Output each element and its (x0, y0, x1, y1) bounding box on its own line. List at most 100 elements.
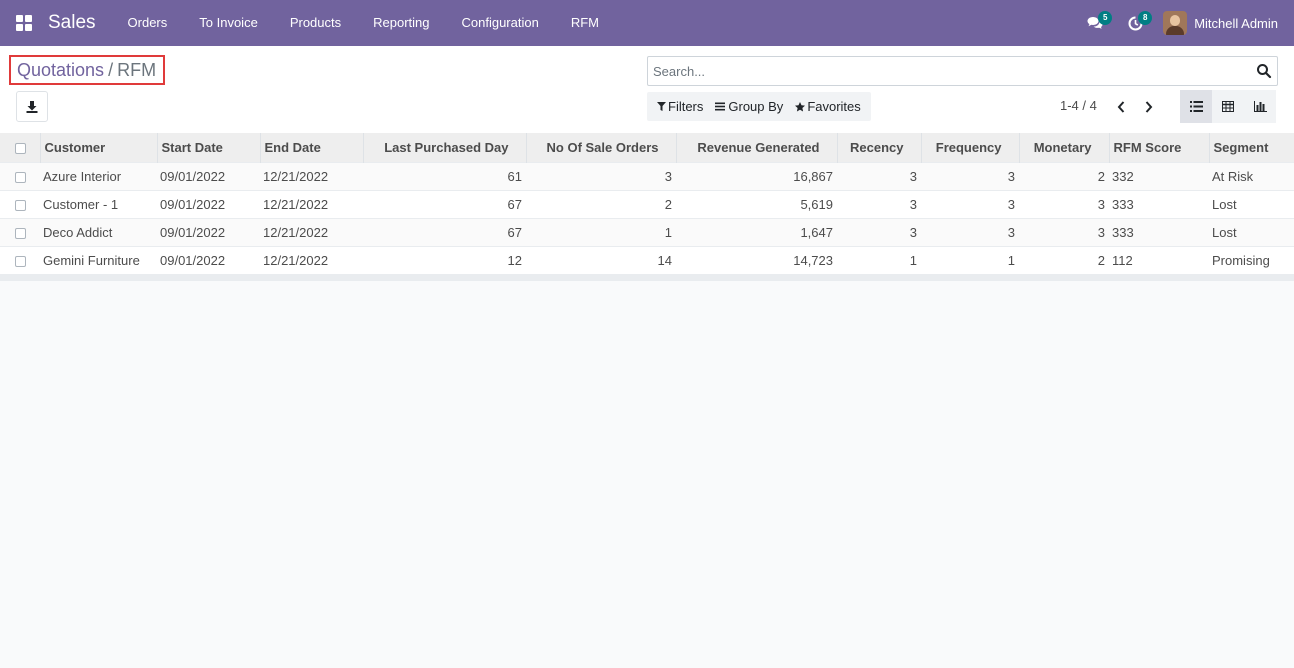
avatar (1163, 11, 1188, 35)
start-date-cell: 09/01/2022 (157, 217, 260, 246)
table-row[interactable]: Customer - 1 09/01/2022 12/21/2022 67 2 … (0, 189, 1294, 218)
menu-to-invoice[interactable]: To Invoice (183, 0, 274, 46)
pager-previous-button[interactable] (1108, 92, 1134, 121)
column-header-rfm-score[interactable]: RFM Score (1108, 133, 1209, 162)
column-header-no-of-sale-orders[interactable]: No Of Sale Orders (525, 133, 676, 162)
filters-label: Filters (668, 99, 704, 114)
customer-cell: Gemini Furniture (40, 245, 157, 274)
customer-cell: Deco Addict (40, 217, 157, 246)
breadcrumb: Quotations / RFM (9, 55, 166, 85)
start-date-cell: 09/01/2022 (157, 189, 260, 218)
chevron-right-icon (1145, 100, 1153, 113)
revenue-cell: 5,619 (676, 189, 837, 218)
pivot-view-button[interactable] (1212, 90, 1244, 123)
start-date-cell: 09/01/2022 (157, 245, 260, 274)
row-select-cell (0, 189, 40, 218)
row-checkbox[interactable] (15, 199, 26, 211)
monetary-cell: 3 (1019, 189, 1109, 218)
view-switcher (1180, 90, 1276, 123)
filter-icon (657, 102, 666, 111)
table-row[interactable]: Azure Interior 09/01/2022 12/21/2022 61 … (0, 161, 1294, 190)
top-navbar: Sales Orders To Invoice Products Reporti… (0, 0, 1294, 46)
menu-reporting[interactable]: Reporting (357, 0, 445, 46)
sale-orders-cell: 3 (526, 161, 676, 190)
search-input[interactable] (648, 57, 1248, 85)
column-header-end-date[interactable]: End Date (259, 133, 363, 162)
table-row[interactable]: Gemini Furniture 09/01/2022 12/21/2022 1… (0, 245, 1294, 274)
end-date-cell: 12/21/2022 (260, 189, 363, 218)
rfm-score-cell: 112 (1109, 245, 1209, 274)
chevron-left-icon (1117, 100, 1125, 113)
segment-cell: At Risk (1209, 161, 1294, 190)
last-purchased-day-cell: 61 (363, 161, 526, 190)
row-select-cell (0, 217, 40, 246)
row-checkbox[interactable] (15, 255, 26, 267)
start-date-cell: 09/01/2022 (157, 161, 260, 190)
menu-products[interactable]: Products (274, 0, 357, 46)
customer-cell: Customer - 1 (40, 189, 157, 218)
star-icon (795, 101, 806, 111)
end-date-cell: 12/21/2022 (260, 245, 363, 274)
menu-orders[interactable]: Orders (112, 0, 184, 46)
download-icon (26, 100, 38, 113)
end-date-cell: 12/21/2022 (260, 161, 363, 190)
column-header-frequency[interactable]: Frequency (920, 133, 1019, 162)
messages-button[interactable]: 5 (1075, 0, 1115, 46)
sale-orders-cell: 1 (526, 217, 676, 246)
table-header-row: Customer Start Date End Date Last Purcha… (0, 133, 1294, 162)
recency-cell: 3 (837, 217, 921, 246)
segment-cell: Lost (1209, 217, 1294, 246)
graph-view-button[interactable] (1244, 90, 1276, 123)
column-header-monetary[interactable]: Monetary (1018, 133, 1109, 162)
group-by-button[interactable]: Group By (709, 92, 789, 121)
breadcrumb-quotations-link[interactable]: Quotations (17, 60, 104, 81)
rfm-list-view: Customer Start Date End Date Last Purcha… (0, 133, 1294, 281)
favorites-button[interactable]: Favorites (789, 92, 866, 121)
user-menu[interactable]: Mitchell Admin (1155, 0, 1294, 46)
activities-button[interactable]: 8 (1115, 0, 1155, 46)
menu-rfm[interactable]: RFM (555, 0, 615, 46)
table-icon (1222, 101, 1234, 112)
apps-menu-icon[interactable] (0, 0, 48, 46)
app-brand[interactable]: Sales (48, 12, 96, 34)
last-purchased-day-cell: 12 (363, 245, 526, 274)
row-checkbox[interactable] (15, 171, 26, 183)
column-header-last-purchased-day[interactable]: Last Purchased Day (362, 133, 526, 162)
pager-value[interactable]: 1-4 / 4 (1060, 98, 1097, 113)
select-all-cell (0, 133, 40, 162)
frequency-cell: 1 (921, 245, 1019, 274)
frequency-cell: 3 (921, 217, 1019, 246)
bars-icon (715, 102, 726, 111)
menu-configuration[interactable]: Configuration (446, 0, 555, 46)
rfm-table: Customer Start Date End Date Last Purcha… (0, 133, 1294, 274)
table-footer (0, 274, 1294, 281)
column-header-start-date[interactable]: Start Date (156, 133, 260, 162)
filters-button[interactable]: Filters (651, 92, 709, 121)
group-by-label: Group By (728, 99, 784, 114)
list-view-button[interactable] (1180, 90, 1212, 123)
frequency-cell: 3 (921, 189, 1019, 218)
breadcrumb-separator: / (108, 59, 114, 80)
sale-orders-cell: 14 (526, 245, 676, 274)
messages-badge: 5 (1098, 11, 1113, 25)
column-header-revenue-generated[interactable]: Revenue Generated (675, 133, 837, 162)
sale-orders-cell: 2 (526, 189, 676, 218)
recency-cell: 1 (837, 245, 921, 274)
search-icon[interactable] (1256, 63, 1272, 79)
download-button[interactable] (16, 91, 48, 122)
pager-next-button[interactable] (1136, 92, 1162, 121)
search-box (647, 56, 1278, 86)
row-checkbox[interactable] (15, 227, 26, 239)
select-all-checkbox[interactable] (15, 142, 26, 154)
bar-chart-icon (1253, 101, 1267, 112)
revenue-cell: 14,723 (676, 245, 837, 274)
recency-cell: 3 (837, 189, 921, 218)
rfm-score-cell: 333 (1109, 189, 1209, 218)
rfm-score-cell: 332 (1109, 161, 1209, 190)
column-header-segment[interactable]: Segment (1208, 133, 1294, 162)
column-header-customer[interactable]: Customer (39, 133, 157, 162)
column-header-recency[interactable]: Recency (836, 133, 921, 162)
table-row[interactable]: Deco Addict 09/01/2022 12/21/2022 67 1 1… (0, 217, 1294, 246)
favorites-label: Favorites (807, 99, 861, 114)
list-icon (1189, 101, 1203, 112)
